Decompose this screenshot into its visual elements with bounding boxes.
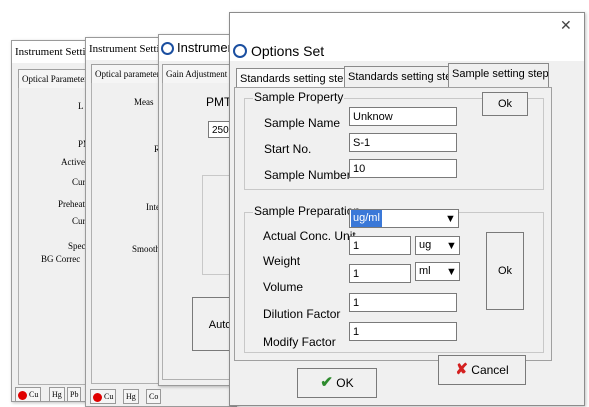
param-label: Meas <box>134 97 154 107</box>
start-no-label: Start No. <box>264 142 312 156</box>
ok-button[interactable]: ✔ OK <box>297 368 377 398</box>
param-label: L <box>78 101 84 111</box>
cancel-button[interactable]: ✘ Cancel <box>438 355 526 385</box>
pmt-label: PMT <box>206 95 232 109</box>
tab-standards-step-2[interactable]: Standards setting step 2 <box>344 66 452 89</box>
dilution-factor-input[interactable]: 1 <box>349 293 457 312</box>
volume-label: Volume <box>263 280 304 294</box>
dropdown-arrow-icon[interactable]: ▼ <box>444 263 459 280</box>
volume-unit-select[interactable]: ml ▼ <box>415 262 460 281</box>
conc-unit-select[interactable]: ug/ml ▼ <box>349 209 459 228</box>
dilution-factor-label: Dilution Factor <box>263 307 341 321</box>
tab-optical-parameters[interactable]: Optical parameters <box>91 64 167 83</box>
weight-label: Weight <box>263 254 301 268</box>
sample-number-input[interactable]: 10 <box>349 159 457 178</box>
status-dot-icon <box>18 390 27 400</box>
bottom-tab-pb[interactable]: Pb <box>67 387 82 401</box>
volume-input[interactable]: 1 <box>349 264 411 283</box>
sample-preparation-ok-button[interactable]: Ok <box>486 232 524 310</box>
dropdown-arrow-icon[interactable]: ▼ <box>444 237 459 254</box>
cancel-x-icon: ✘ <box>455 361 468 378</box>
options-set-window: Options Set ✕ Standards setting step 1 S… <box>229 12 585 406</box>
weight-input[interactable]: 1 <box>349 236 411 255</box>
sample-name-input[interactable]: Unknow <box>349 107 457 126</box>
sample-property-ok-button[interactable]: Ok <box>482 92 528 116</box>
app-logo-icon <box>233 44 247 59</box>
weight-unit-select[interactable]: ug ▼ <box>415 236 460 255</box>
bottom-tab-hg[interactable]: Hg <box>49 387 65 401</box>
sample-name-label: Sample Name <box>264 116 341 130</box>
sample-preparation-legend: Sample Preparation <box>253 204 362 218</box>
bottom-tab-cu[interactable]: Cu <box>90 389 117 404</box>
modify-factor-label: Modify Factor <box>263 335 336 349</box>
sample-number-label: Sample Number <box>264 168 351 182</box>
conc-unit-label: Actual Conc. Unit <box>263 229 356 243</box>
bottom-tab-co[interactable]: Co <box>146 389 162 404</box>
checkmark-icon: ✔ <box>320 374 333 391</box>
options-title: Options Set <box>233 41 324 61</box>
close-icon[interactable]: ✕ <box>560 17 572 34</box>
tab-sample-step-3[interactable]: Sample setting step 3 <box>448 63 549 89</box>
status-dot-icon <box>93 392 102 402</box>
param-label: BG Correc <box>41 254 81 264</box>
app-logo-icon <box>161 42 174 56</box>
dropdown-arrow-icon[interactable]: ▼ <box>443 210 458 227</box>
start-no-input[interactable]: S-1 <box>349 133 457 152</box>
sample-property-legend: Sample Property <box>253 90 345 104</box>
modify-factor-input[interactable]: 1 <box>349 322 457 341</box>
bottom-tab-hg[interactable]: Hg <box>123 389 139 404</box>
bottom-tab-cu[interactable]: Cu <box>15 387 42 401</box>
tab-standards-step-1[interactable]: Standards setting step 1 <box>236 68 349 89</box>
